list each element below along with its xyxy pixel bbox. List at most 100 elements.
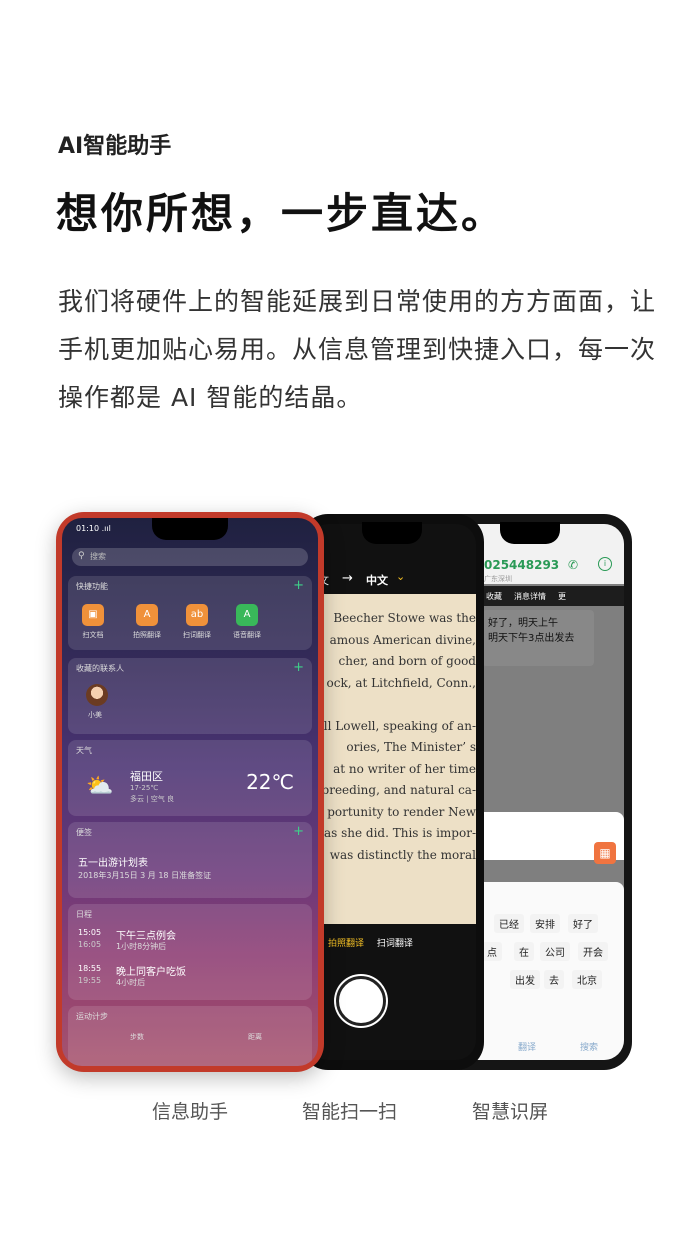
steps-label: 步数 [130,1033,144,1041]
card-title: 天气 [76,746,92,755]
quick-label: 语音翻译 [233,631,261,639]
book-line: ock, at Litchfield, Conn., [326,675,476,690]
phone-notch [362,522,422,544]
weather-location: 福田区 [130,770,163,783]
word-chip[interactable]: 已经 [494,914,524,933]
word-chip[interactable]: 北京 [572,970,602,989]
quick-functions-card: 快捷功能 + ▣ 扫文档 A 拍照翻译 ab 扫词翻译 A 语音翻译 [68,576,312,650]
section-description: 我们将硬件上的智能延展到日常使用的方方面面，让手机更加贴心易用。从信息管理到快捷… [58,287,657,412]
message-bubble: 好了，明天上午 明天下午3点出发去 [482,610,594,666]
voice-translate-icon[interactable]: A [236,604,258,626]
language-bar: 文 → 中文 ⌄ [308,552,476,592]
notes-card: 便签 + 五一出游计划表 2018年3月15日 3 月 18 日准备签证 [68,822,312,898]
translate-button[interactable]: 翻译 [518,1040,536,1053]
book-line: ories, The Minister’ s [346,740,476,754]
mode-photo-translate[interactable]: 拍照翻译 [328,939,364,949]
word-chip[interactable]: 去 [544,970,564,989]
book-line: ell Lowell, speaking of an- [316,718,476,733]
photo-translate-icon[interactable]: A [136,604,158,626]
tab-message-detail[interactable]: 消息详情 [514,591,546,602]
event-duration: 1小时8分钟后 [116,942,167,951]
distance-label: 距离 [248,1033,262,1041]
weather-desc: 多云 | 空气 良 [130,795,175,803]
add-icon[interactable]: + [293,578,304,593]
note-title[interactable]: 五一出游计划表 [78,854,148,869]
weather-temperature: 22℃ [246,770,294,794]
card-title: 运动计步 [76,1012,108,1021]
phone-smart-scan: 文 → 中文 ⌄ Beecher Stowe was the amous Amer… [300,514,484,1070]
card-title: 日程 [76,910,92,919]
quick-label: 扫词翻译 [183,631,211,639]
quick-label: 扫文档 [82,631,104,639]
caller-location: 广东深圳 [484,575,512,583]
weather-range: 17-25℃ [130,784,159,792]
arrow-right-icon: → [342,571,353,586]
tab-favorite[interactable]: 收藏 [486,591,502,602]
event-start: 18:55 [78,964,102,973]
caller-number: 025448293 [484,558,560,572]
shutter-button[interactable] [336,976,386,1026]
book-line: was distinctly the moral [329,847,476,862]
word-chip[interactable]: 安排 [530,914,560,933]
book-line: portunity to render New [327,804,476,819]
page-headline: 想你所想，一步直达。 [56,189,507,238]
card-title: 便签 [76,828,92,837]
contact-name: 小美 [88,711,102,719]
book-line: breeding, and natural ca- [321,783,476,797]
schedule-card: 日程 15:05 16:05 下午三点例会 1小时8分钟后 18:55 19:5… [68,904,312,1000]
step-counter-card: 运动计步 步数 距离 [68,1006,312,1066]
caption-info-assistant: 信息助手 [152,1101,229,1123]
message-line: 好了，明天上午 [488,618,558,629]
card-title: 快捷功能 [76,582,108,591]
add-icon[interactable]: + [293,824,304,839]
book-line: at no writer of her time [333,761,476,776]
word-chip[interactable]: 开会 [578,942,608,961]
caption-smart-scan: 智能扫一扫 [302,1101,398,1123]
event-end: 16:05 [78,940,102,949]
book-line: cher, and born of good [338,654,476,668]
mode-scan-translate[interactable]: 扫词翻译 [377,939,413,949]
camera-modes: 拍照翻译 扫词翻译 [328,936,413,949]
tab-more[interactable]: 更 [558,591,566,602]
word-chip[interactable]: 在 [514,942,534,961]
target-language[interactable]: 中文 [366,572,388,588]
weather-card: 天气 ⛅ 福田区 17-25℃ 多云 | 空气 良 22℃ [68,740,312,816]
status-time: 01:10 .ııl [76,524,111,533]
event-duration: 4小时后 [116,978,146,987]
note-desc: 2018年3月15日 3 月 18 日准备签证 [78,871,212,880]
book-line: Beecher Stowe was the [333,611,476,625]
event-end: 19:55 [78,976,102,985]
phone-notch [152,518,228,540]
event-name[interactable]: 下午三点例会 [116,927,176,942]
phone-notch [500,522,560,544]
phone-screen: 01:10 .ııl 搜索 ⚲ 快捷功能 + ▣ 扫文档 A 拍照翻译 ab 扫… [62,518,318,1066]
word-chip[interactable]: 好了 [568,914,598,933]
search-icon: ⚲ [78,551,85,561]
calendar-add-icon[interactable]: ▦ [594,842,616,864]
word-chip[interactable]: 点 [482,942,502,961]
avatar[interactable] [86,684,108,706]
phone-screen: 文 → 中文 ⌄ Beecher Stowe was the amous Amer… [308,524,476,1060]
quick-label: 拍照翻译 [133,631,161,639]
book-line [308,694,476,716]
event-name[interactable]: 晚上同客户吃饭 [116,963,186,978]
info-icon[interactable]: i [598,557,612,571]
word-translate-icon[interactable]: ab [186,604,208,626]
favorite-contacts-card: 收藏的联系人 + 小美 [68,658,312,734]
add-icon[interactable]: + [293,660,304,675]
search-button[interactable]: 搜索 [580,1040,598,1053]
event-start: 15:05 [78,928,102,937]
word-chip[interactable]: 出发 [510,970,540,989]
search-input[interactable]: 搜索 [72,548,308,566]
chevron-down-icon[interactable]: ⌄ [396,570,405,583]
phone-info-assistant: 01:10 .ııl 搜索 ⚲ 快捷功能 + ▣ 扫文档 A 拍照翻译 ab 扫… [56,512,324,1072]
scan-document-icon[interactable]: ▣ [82,604,104,626]
message-tabs: 收藏 消息详情 更 [478,586,624,606]
phone-call-icon[interactable]: ✆ [568,558,578,572]
book-line: as she did. This is impor- [323,826,476,840]
book-line: amous American divine, [329,632,476,647]
card-title: 收藏的联系人 [76,664,124,673]
section-eyebrow: AI智能助手 [58,134,172,159]
message-line: 明天下午3点出发去 [488,633,575,644]
word-chip[interactable]: 公司 [540,942,570,961]
